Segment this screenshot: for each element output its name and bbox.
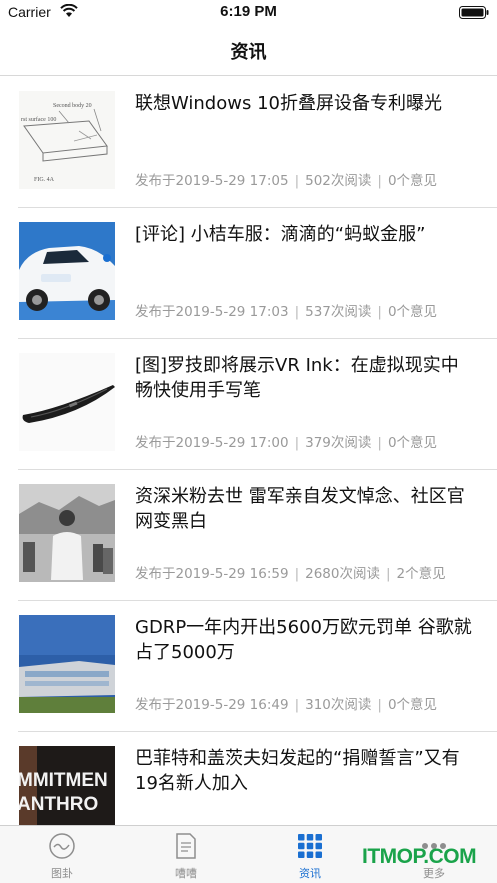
article-date: 发布于2019-5-29 17:00 — [135, 435, 289, 451]
article-title[interactable]: 巴菲特和盖茨夫妇发起的“捐赠誓言”又有19名新人加入 — [135, 746, 475, 796]
article-meta: 发布于2019-5-29 16:59 | 2680次阅读 | 2个意见 — [135, 562, 485, 582]
article-meta: 发布于2019-5-29 16:49 | 310次阅读 | 0个意见 — [135, 693, 485, 713]
article-title[interactable]: 资深米粉去世 雷军亲自发文悼念、社区官网变黑白 — [135, 484, 475, 534]
article-meta: 发布于2019-5-29 17:03 | 537次阅读 | 0个意见 — [135, 300, 485, 320]
tab-caocao[interactable]: 嘈嘈 — [124, 826, 248, 883]
article-date: 发布于2019-5-29 17:03 — [135, 304, 289, 320]
giving-pledge-thumbnail: MMITMEN ANTHRO — [19, 746, 115, 825]
tab-tugua[interactable]: 图卦 — [0, 826, 124, 883]
white-car-thumbnail — [19, 222, 115, 320]
meta-separator: | — [294, 173, 300, 189]
thumb-text-1: MMITMEN — [19, 770, 108, 791]
document-icon — [176, 833, 196, 859]
article-reads: 2680次阅读 — [305, 566, 380, 582]
svg-text:Second body 20: Second body 20 — [53, 103, 92, 109]
vr-stylus-thumbnail — [19, 353, 115, 451]
meta-separator: | — [377, 435, 382, 451]
meta-separator: | — [294, 566, 300, 582]
article-title[interactable]: [图]罗技即将展示VR Ink：在虚拟现实中畅快使用手写笔 — [135, 353, 475, 403]
thumb-text-2: ANTHRO — [19, 794, 98, 815]
article-comments: 0个意见 — [387, 173, 438, 189]
meta-separator: | — [294, 697, 300, 713]
status-bar: Carrier 6:19 PM — [0, 0, 497, 26]
meta-separator: | — [377, 304, 382, 320]
article-item[interactable]: [评论] 小桔车服：滴滴的“蚂蚁金服” 发布于2019-5-29 17:03 | 5… — [0, 208, 497, 339]
article-reads: 502次阅读 — [305, 173, 372, 189]
navigation-bar: 资讯 — [0, 26, 497, 76]
meta-separator: | — [294, 304, 300, 320]
article-meta: 发布于2019-5-29 17:05 | 502次阅读 | 0个意见 — [135, 169, 485, 189]
svg-text:FIG. 4A: FIG. 4A — [34, 177, 55, 183]
article-item[interactable]: Second body 20 rst surface 100 FIG. 4A 联… — [0, 77, 497, 208]
article-title[interactable]: 联想Windows 10折叠屏设备专利曝光 — [135, 91, 475, 116]
tab-label: 图卦 — [51, 867, 73, 880]
article-item[interactable]: [图]罗技即将展示VR Ink：在虚拟现实中畅快使用手写笔 发布于2019-5-… — [0, 339, 497, 470]
article-comments: 0个意见 — [387, 435, 438, 451]
article-reads: 379次阅读 — [305, 435, 372, 451]
page-title: 资讯 — [230, 42, 267, 63]
tab-label: 资讯 — [299, 867, 321, 880]
article-date: 发布于2019-5-29 16:59 — [135, 566, 289, 582]
meta-separator: | — [377, 173, 382, 189]
status-time: 6:19 PM — [220, 3, 277, 20]
svg-text:rst surface 100: rst surface 100 — [21, 116, 56, 123]
chart-circle-icon — [49, 833, 75, 859]
article-reads: 537次阅读 — [305, 304, 372, 320]
tab-news[interactable]: 资讯 — [248, 826, 372, 883]
article-item[interactable]: MMITMEN ANTHRO 巴菲特和盖茨夫妇发起的“捐赠誓言”又有19名新人加… — [0, 732, 497, 825]
article-title[interactable]: GDRP一年内开出5600万欧元罚单 谷歌就占了5000万 — [135, 615, 475, 665]
article-comments: 2个意见 — [396, 566, 446, 582]
meta-separator: | — [294, 435, 300, 451]
battery-icon — [459, 6, 489, 19]
article-date: 发布于2019-5-29 17:05 — [135, 173, 289, 189]
article-meta: 发布于2019-5-29 17:00 | 379次阅读 | 0个意见 — [135, 431, 485, 451]
meta-separator: | — [385, 566, 391, 582]
bw-photo-thumbnail — [19, 484, 115, 582]
article-comments: 0个意见 — [387, 304, 438, 320]
article-list[interactable]: Second body 20 rst surface 100 FIG. 4A 联… — [0, 77, 497, 825]
article-title[interactable]: [评论] 小桔车服：滴滴的“蚂蚁金服” — [135, 222, 475, 247]
watermark: ITMOP.COM — [362, 845, 477, 868]
meta-separator: | — [377, 697, 382, 713]
article-reads: 310次阅读 — [305, 697, 372, 713]
building-thumbnail — [19, 615, 115, 713]
article-item[interactable]: GDRP一年内开出5600万欧元罚单 谷歌就占了5000万 发布于2019-5-… — [0, 601, 497, 732]
tab-label: 嘈嘈 — [175, 867, 197, 880]
article-date: 发布于2019-5-29 16:49 — [135, 697, 289, 713]
article-comments: 0个意见 — [387, 697, 438, 713]
grid-icon — [298, 834, 322, 858]
article-item[interactable]: 资深米粉去世 雷军亲自发文悼念、社区官网变黑白 发布于2019-5-29 16:… — [0, 470, 497, 601]
patent-drawing-thumbnail: Second body 20 rst surface 100 FIG. 4A — [19, 91, 115, 189]
